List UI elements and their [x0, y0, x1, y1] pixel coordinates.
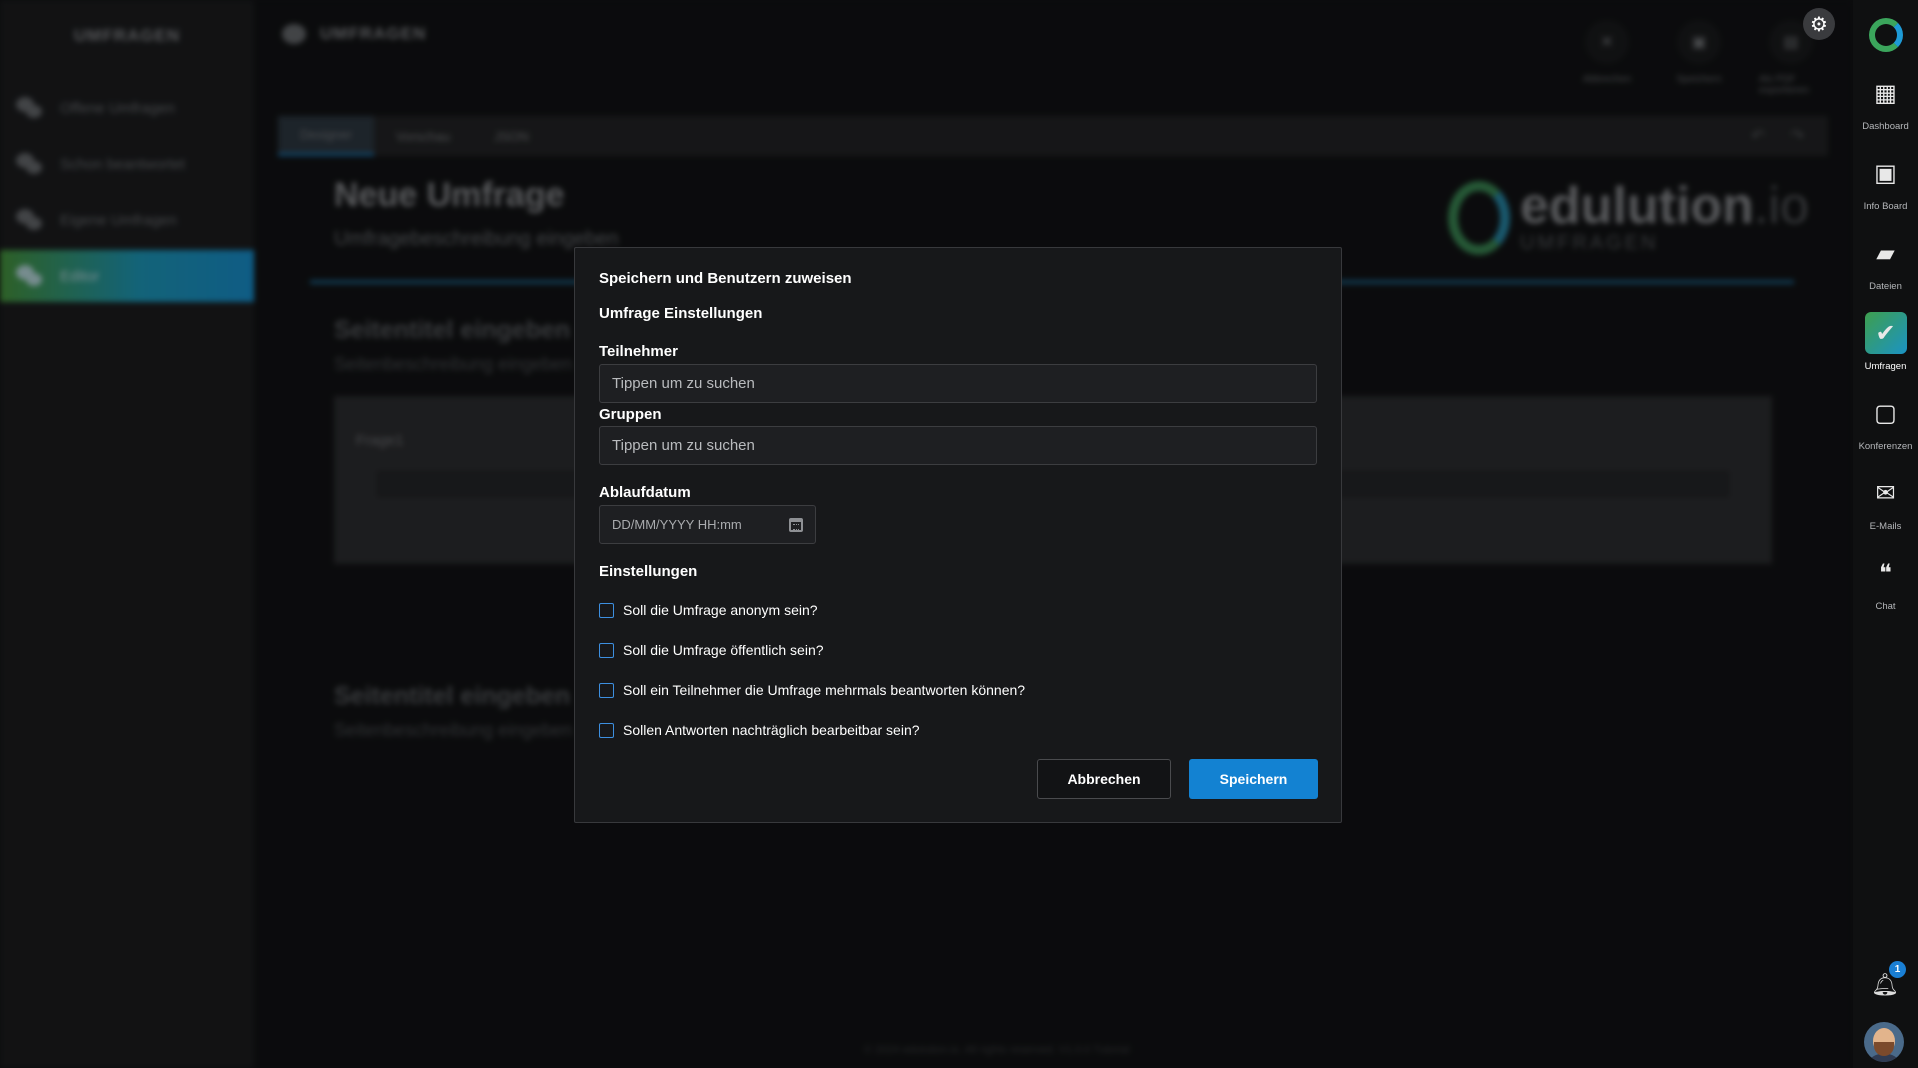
rail-item-chat[interactable]: ❝ Chat: [1853, 552, 1918, 613]
public-option-label: Soll die Umfrage öffentlich sein?: [623, 642, 824, 658]
cancel-button[interactable]: Abbrechen: [1037, 759, 1171, 799]
expiry-date-field[interactable]: [599, 505, 816, 544]
editable-answers-option[interactable]: Sollen Antworten nachträglich bearbeitba…: [599, 722, 920, 738]
save-assign-dialog: Speichern und Benutzern zuweisen Umfrage…: [574, 247, 1342, 823]
rail-item-mail[interactable]: ✉ E-Mails: [1853, 472, 1918, 533]
rail-item-label: Konferenzen: [1858, 441, 1913, 452]
mail-icon: ✉: [1875, 479, 1896, 507]
calendar-icon[interactable]: [789, 517, 803, 532]
rail-item-label: Dateien: [1869, 281, 1902, 292]
rail-item-label: Dashboard: [1862, 121, 1909, 132]
edulution-logo-icon[interactable]: [1868, 18, 1903, 52]
gear-icon[interactable]: ⚙: [1803, 8, 1835, 40]
save-button[interactable]: Speichern: [1189, 759, 1318, 799]
public-checkbox[interactable]: [599, 642, 614, 658]
multiple-answers-checkbox[interactable]: [599, 682, 614, 698]
chat-icon: ❝: [1879, 559, 1892, 587]
conferences-icon: ▢: [1874, 399, 1897, 427]
rail-item-files[interactable]: ▰ Dateien: [1853, 232, 1918, 293]
multiple-answers-option[interactable]: Soll ein Teilnehmer die Umfrage mehrmals…: [599, 682, 1025, 698]
editable-answers-checkbox[interactable]: [599, 722, 614, 738]
rail-item-surveys[interactable]: ✔ Umfragen: [1853, 312, 1918, 372]
rail-item-info-board[interactable]: ▣ Info Board: [1853, 152, 1918, 213]
anonymous-option[interactable]: Soll die Umfrage anonym sein?: [599, 602, 818, 618]
dashboard-icon: ▦: [1874, 79, 1897, 107]
info-board-icon: ▣: [1874, 159, 1897, 187]
settings-label: Einstellungen: [599, 563, 698, 580]
expiry-date-input[interactable]: [612, 517, 772, 532]
expiry-date-label: Ablaufdatum: [599, 484, 691, 501]
participants-search-input[interactable]: [599, 364, 1317, 403]
files-icon: ▰: [1876, 239, 1895, 267]
editable-answers-option-label: Sollen Antworten nachträglich bearbeitba…: [623, 722, 920, 738]
dialog-title: Speichern und Benutzern zuweisen: [599, 270, 852, 287]
groups-label: Gruppen: [599, 406, 662, 423]
multiple-answers-option-label: Soll ein Teilnehmer die Umfrage mehrmals…: [623, 682, 1026, 698]
app-rail: ▦ Dashboard ▣ Info Board ▰ Dateien ✔ Umf…: [1853, 0, 1918, 1068]
rail-item-label: Umfragen: [1864, 361, 1907, 372]
anonymous-option-label: Soll die Umfrage anonym sein?: [623, 602, 818, 618]
rail-item-conferences[interactable]: ▢ Konferenzen: [1853, 392, 1918, 453]
avatar[interactable]: [1864, 1022, 1904, 1062]
participants-label: Teilnehmer: [599, 343, 678, 360]
rail-item-label: Chat: [1875, 601, 1896, 612]
public-option[interactable]: Soll die Umfrage öffentlich sein?: [599, 642, 824, 658]
rail-item-label: E-Mails: [1869, 521, 1902, 532]
anonymous-checkbox[interactable]: [599, 602, 614, 618]
groups-search-input[interactable]: [599, 426, 1317, 465]
rail-item-dashboard[interactable]: ▦ Dashboard: [1853, 72, 1918, 133]
surveys-icon: ✔: [1864, 312, 1907, 354]
notification-badge: 1: [1889, 961, 1906, 978]
rail-item-label: Info Board: [1863, 201, 1908, 212]
dialog-subtitle: Umfrage Einstellungen: [599, 305, 763, 322]
